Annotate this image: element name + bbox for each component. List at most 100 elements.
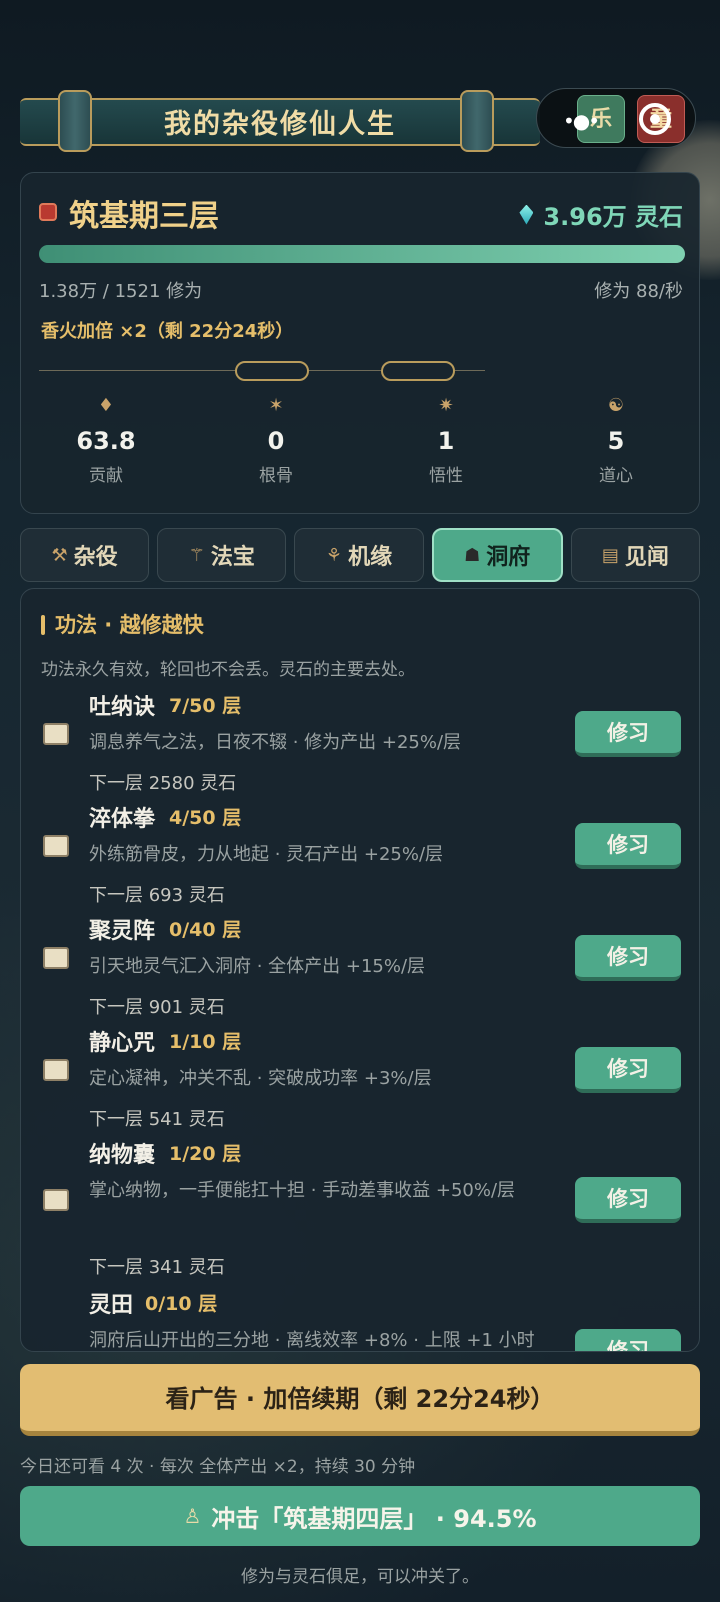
skill-level: 4/50 层 xyxy=(169,807,242,829)
cave-icon: ☗ xyxy=(464,544,481,566)
tab-label: 见闻 xyxy=(624,545,669,570)
ad-note: 今日还可看 4 次 · 每次 全体产出 ×2，持续 30 分钟 xyxy=(20,1457,416,1477)
cloud-ornament-icon xyxy=(381,361,455,381)
skill-item: 纳物囊 1/20 层 掌心纳物，一手便能扛十担 · 手动差事收益 +50%/层 … xyxy=(21,1137,699,1287)
skill-description: 掌心纳物，一手便能扛十担 · 手动差事收益 +50%/层 xyxy=(89,1180,516,1201)
tab-news[interactable]: ▤ 见闻 xyxy=(570,528,701,582)
stat-contribution: ♦ 63.8 贡献 xyxy=(21,395,191,495)
stat-label: 贡献 xyxy=(89,466,123,486)
spirit-stone-amount: 3.96万 灵石 xyxy=(543,203,683,231)
spirit-stone-icon xyxy=(519,204,534,225)
insight-icon: ✷ xyxy=(438,395,454,416)
fortune-icon: ⚘ xyxy=(325,544,343,566)
heart-icon: ☯ xyxy=(607,395,625,416)
miniapp-capsule: 乐 童 •●• xyxy=(536,88,696,148)
breakthrough-label: 冲击「筑基期四层」 · 94.5% xyxy=(211,1504,537,1533)
learn-button[interactable]: 修习 xyxy=(575,1177,681,1223)
broom-icon: ⚒ xyxy=(51,544,68,566)
skill-name: 静心咒 xyxy=(89,1031,156,1056)
stat-value: 0 xyxy=(267,427,285,455)
skill-name: 灵田 xyxy=(89,1293,134,1318)
learn-button[interactable]: 修习 xyxy=(575,711,681,757)
manual-book-icon xyxy=(43,947,69,969)
stat-label: 道心 xyxy=(599,466,633,486)
more-menu-icon[interactable]: •●• xyxy=(563,109,600,133)
skill-description: 引天地灵气汇入洞府 · 全体产出 +15%/层 xyxy=(89,956,426,977)
stat-label: 根骨 xyxy=(259,466,293,486)
tab-chores[interactable]: ⚒ 杂役 xyxy=(20,528,150,582)
close-miniapp-icon[interactable] xyxy=(639,103,671,135)
treasure-icon: ⚚ xyxy=(188,544,205,566)
skill-item: 静心咒 1/10 层 定心凝神，冲关不乱 · 突破成功率 +3%/层 下一层 5… xyxy=(21,1025,699,1135)
contribution-icon: ♦ xyxy=(97,395,115,416)
manual-book-icon xyxy=(43,1059,69,1081)
cultivation-status-card: 筑基期三层 3.96万 灵石 1.38万 / 1521 修为 修为 88/秒 香… xyxy=(20,172,700,514)
skill-item: 灵田 0/10 层 洞府后山开出的三分地 · 离线效率 +8% · 上限 +1 … xyxy=(21,1287,699,1351)
tab-cave[interactable]: ☗ 洞府 xyxy=(431,528,563,582)
skill-item: 吐纳诀 7/50 层 调息养气之法，日夜不辍 · 修为产出 +25%/层 下一层… xyxy=(21,689,699,799)
incense-boost: 香火加倍 ×2（剩 22分24秒） xyxy=(41,321,294,342)
manual-book-icon xyxy=(43,835,69,857)
section-marker xyxy=(41,615,45,635)
header: 我的杂役修仙人生 乐 童 •●• xyxy=(20,88,720,158)
skill-level: 0/40 层 xyxy=(169,919,242,941)
cultivation-rate: 修为 88/秒 xyxy=(594,281,683,302)
tab-treasure[interactable]: ⚚ 法宝 xyxy=(157,528,287,582)
skill-cost: 下一层 693 灵石 xyxy=(89,885,225,906)
skill-item: 淬体拳 4/50 层 外练筋骨皮，力从地起 · 灵石产出 +25%/层 下一层 … xyxy=(21,801,699,911)
skill-level: 7/50 层 xyxy=(169,695,242,717)
learn-button[interactable]: 修习 xyxy=(575,1047,681,1093)
scroll-icon: ▤ xyxy=(601,544,619,566)
skill-item: 聚灵阵 0/40 层 引天地灵气汇入洞府 · 全体产出 +15%/层 下一层 9… xyxy=(21,913,699,1023)
stat-value: 1 xyxy=(437,427,455,455)
skill-description: 外练筋骨皮，力从地起 · 灵石产出 +25%/层 xyxy=(89,844,444,865)
skill-name: 纳物囊 xyxy=(89,1143,156,1168)
cultivation-progress-bar xyxy=(39,245,685,263)
breakthrough-button[interactable]: ♙ 冲击「筑基期四层」 · 94.5% xyxy=(20,1486,700,1546)
stat-label: 悟性 xyxy=(429,466,463,486)
learn-button[interactable]: 修习 xyxy=(575,823,681,869)
skill-level: 1/10 层 xyxy=(169,1031,242,1053)
tab-fortune[interactable]: ⚘ 机缘 xyxy=(294,528,424,582)
gourd-icon: ♙ xyxy=(183,1504,202,1528)
skill-level: 1/20 层 xyxy=(169,1143,242,1165)
realm-title: 筑基期三层 xyxy=(69,199,219,234)
skill-level: 0/10 层 xyxy=(145,1293,218,1315)
bone-icon: ✶ xyxy=(268,395,284,416)
cloud-ornament-icon xyxy=(235,361,309,381)
skill-name: 淬体拳 xyxy=(89,807,156,832)
tab-label: 机缘 xyxy=(348,545,393,570)
cultivation-amount: 1.38万 / 1521 修为 xyxy=(39,281,203,302)
tab-label: 法宝 xyxy=(210,545,255,570)
skill-description: 定心凝神，冲关不乱 · 突破成功率 +3%/层 xyxy=(89,1068,432,1089)
manual-book-icon xyxy=(43,1189,69,1211)
seal-icon xyxy=(39,203,57,221)
stat-bone: ✶ 0 根骨 xyxy=(191,395,361,495)
learn-button[interactable]: 修习 xyxy=(575,1329,681,1351)
cloud-divider xyxy=(39,361,485,381)
section-description: 功法永久有效，轮回也不会丢。灵石的主要去处。 xyxy=(41,660,415,680)
learn-button[interactable]: 修习 xyxy=(575,935,681,981)
stat-insight: ✷ 1 悟性 xyxy=(361,395,531,495)
skill-cost: 下一层 541 灵石 xyxy=(89,1109,225,1130)
watch-ad-button[interactable]: 看广告 · 加倍续期（剩 22分24秒） xyxy=(20,1364,700,1436)
stat-value: 5 xyxy=(607,427,625,455)
cultivation-progress-fill xyxy=(39,245,685,263)
footer-note: 修为与灵石俱足，可以冲关了。 xyxy=(241,1567,479,1587)
app-title: 我的杂役修仙人生 xyxy=(164,109,396,140)
stat-value: 63.8 xyxy=(76,427,136,455)
spirit-stone-balance: 3.96万 灵石 xyxy=(519,197,683,232)
skill-cost: 下一层 341 灵石 xyxy=(89,1257,225,1278)
attribute-stats: ♦ 63.8 贡献 ✶ 0 根骨 ✷ 1 悟性 ☯ 5 道心 xyxy=(21,395,701,495)
skills-panel[interactable]: 功法 · 越修越快 功法永久有效，轮回也不会丢。灵石的主要去处。 吐纳诀 7/5… xyxy=(20,588,700,1352)
stat-heart: ☯ 5 道心 xyxy=(531,395,701,495)
tab-label: 杂役 xyxy=(73,545,118,570)
skill-cost: 下一层 2580 灵石 xyxy=(89,773,237,794)
skill-name: 吐纳诀 xyxy=(89,695,156,720)
section-title: 功法 · 越修越快 xyxy=(55,613,204,637)
manual-book-icon xyxy=(43,723,69,745)
skill-cost: 下一层 901 灵石 xyxy=(89,997,225,1018)
skill-name: 聚灵阵 xyxy=(89,919,156,944)
tab-label: 洞府 xyxy=(486,545,531,570)
main-tabs: ⚒ 杂役 ⚚ 法宝 ⚘ 机缘 ☗ 洞府 ▤ 见闻 xyxy=(20,528,701,584)
